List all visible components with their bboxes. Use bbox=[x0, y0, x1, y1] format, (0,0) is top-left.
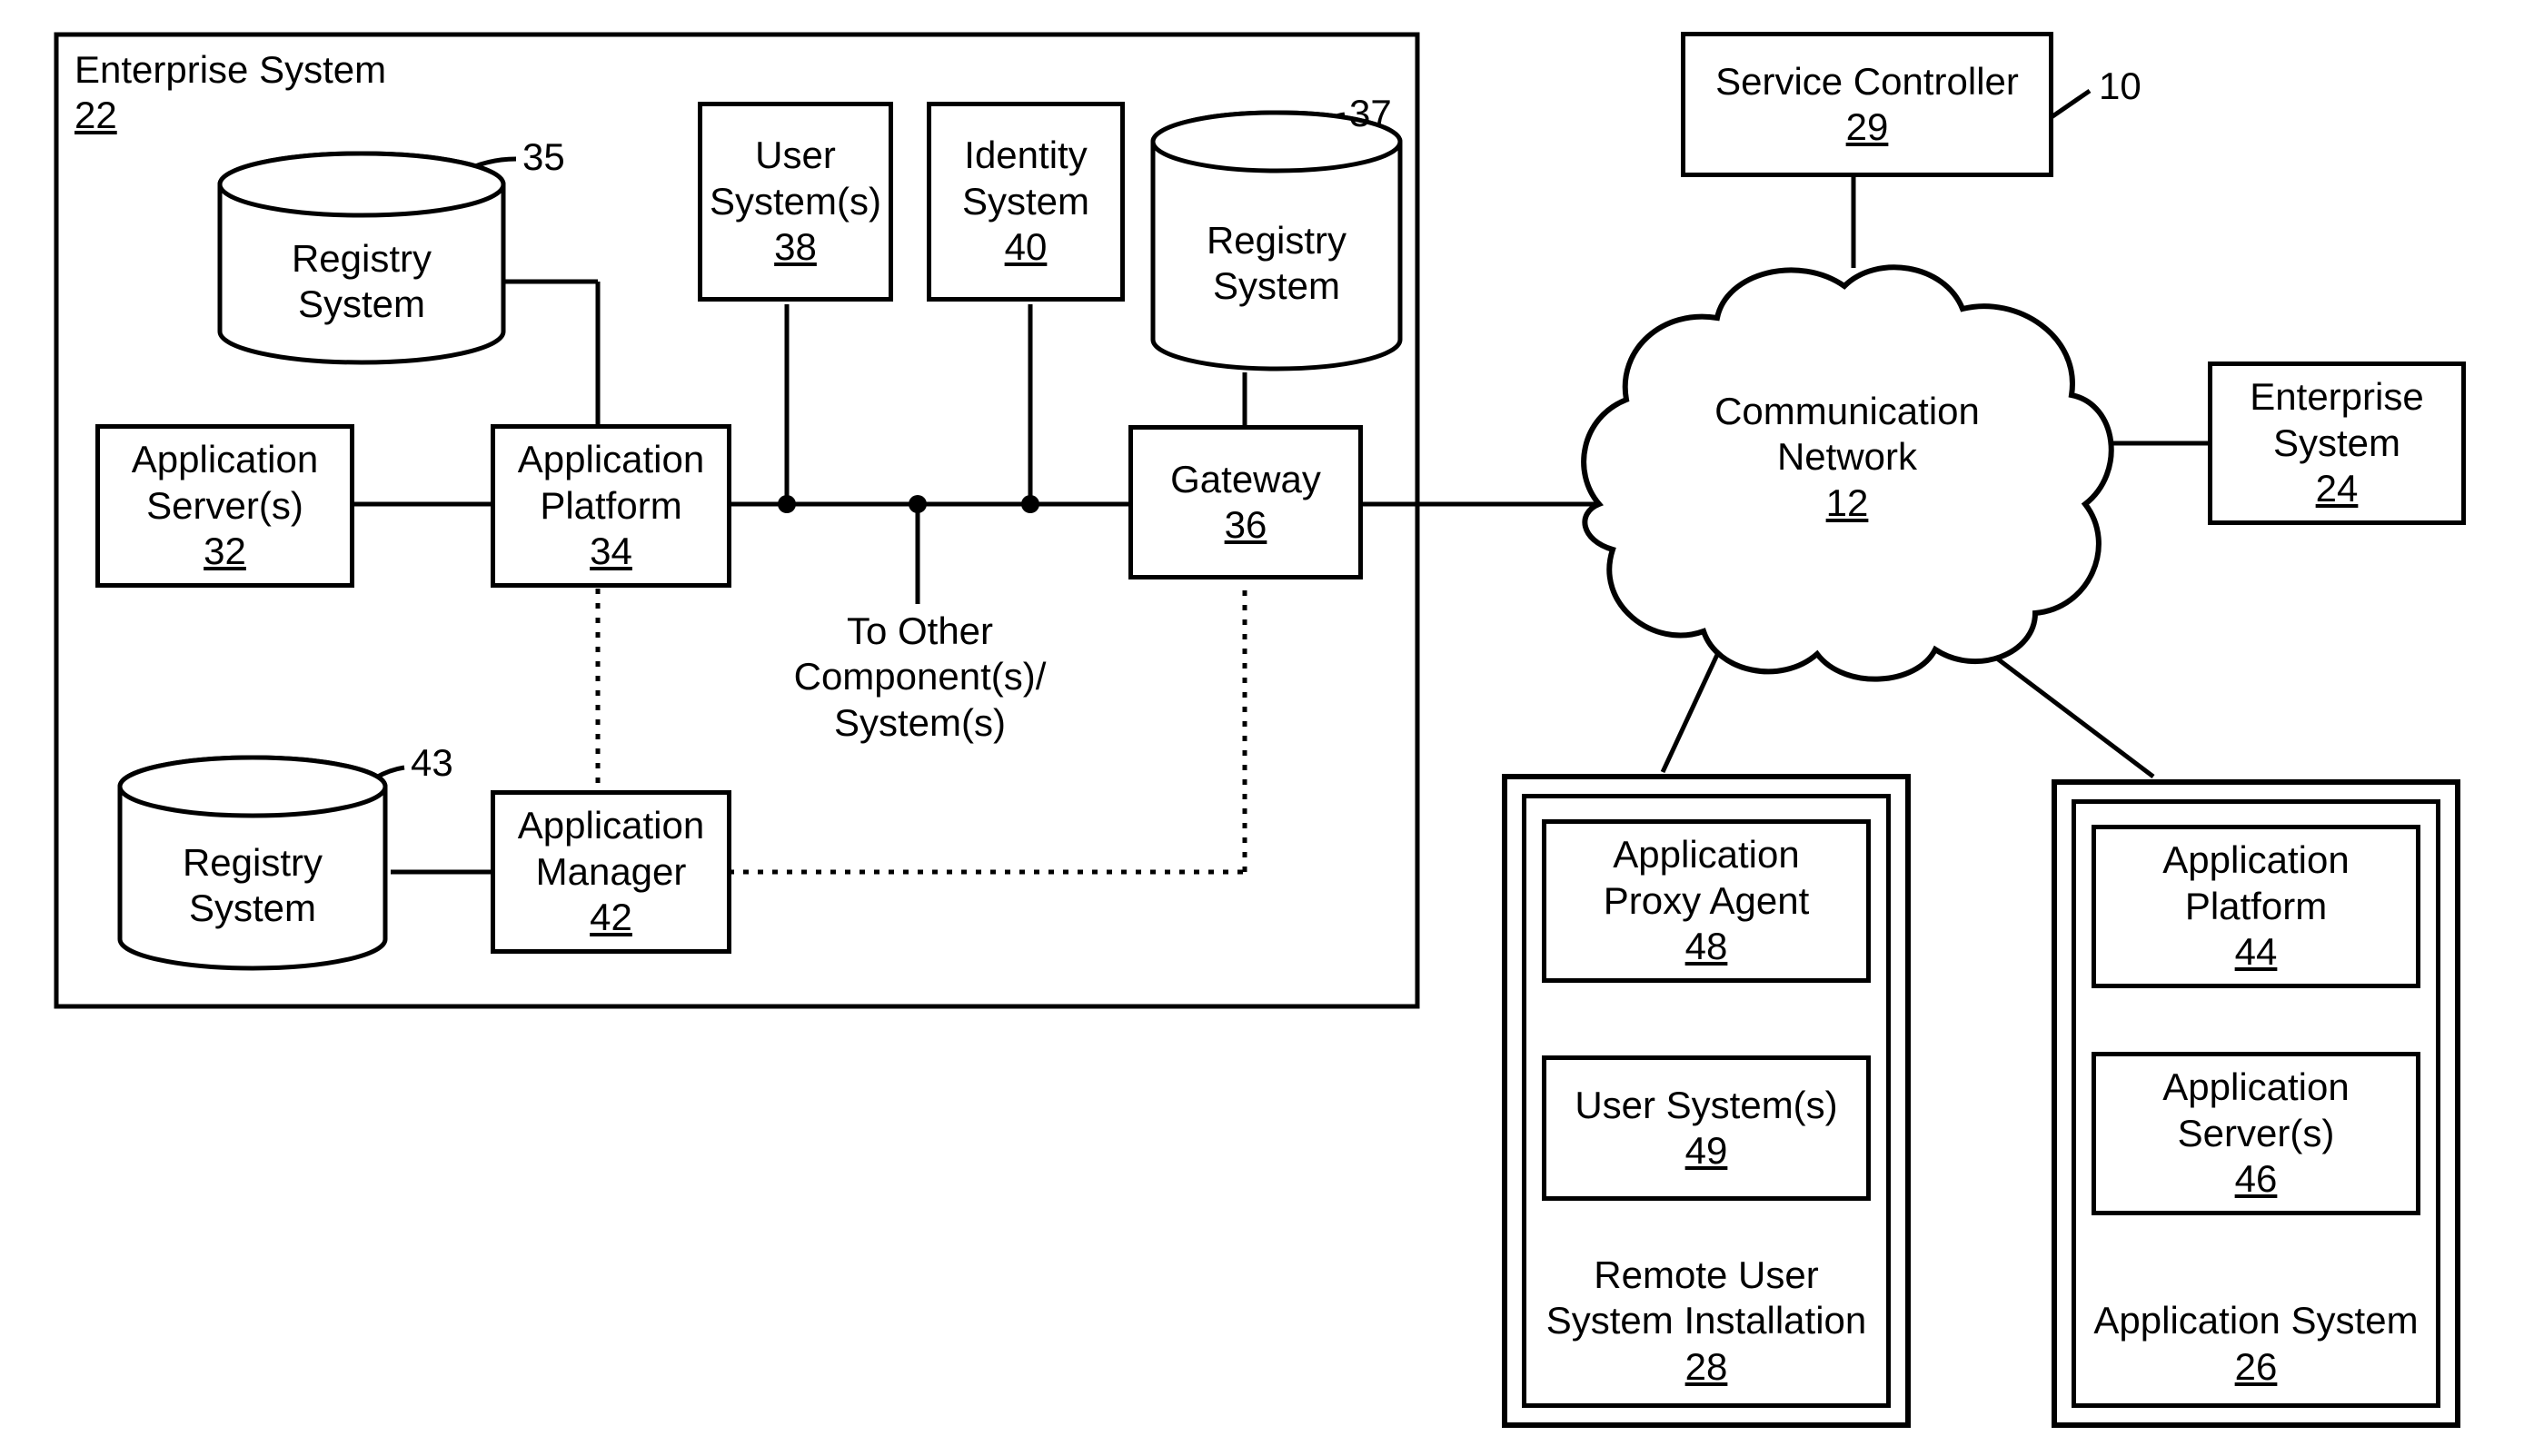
registry-system-43-cylinder: Registry System bbox=[116, 754, 389, 972]
service-controller-label: Service Controller bbox=[1715, 59, 2019, 104]
user-systems-49-num: 49 bbox=[1685, 1128, 1728, 1174]
identity-system-label: IdentitySystem bbox=[962, 133, 1089, 224]
service-controller-num: 29 bbox=[1846, 104, 1889, 150]
application-platform-label: ApplicationPlatform bbox=[518, 437, 704, 529]
application-manager-label: ApplicationManager bbox=[518, 803, 704, 895]
application-servers-46-box: ApplicationServer(s) 46 bbox=[2092, 1052, 2420, 1215]
application-servers-46-num: 46 bbox=[2235, 1156, 2278, 1202]
communication-network-label: CommunicationNetwork 12 bbox=[1697, 389, 1997, 526]
application-system-title: Application System 26 bbox=[2057, 1298, 2455, 1390]
application-servers-num: 32 bbox=[204, 529, 246, 574]
gateway-label: Gateway bbox=[1170, 457, 1321, 502]
remote-user-title: Remote UserSystem Installation 28 bbox=[1507, 1253, 1905, 1390]
registry-35-callout: 35 bbox=[522, 134, 565, 180]
enterprise-system-title: Enterprise System 22 bbox=[75, 47, 386, 139]
registry-system-35-cylinder: Registry System bbox=[216, 150, 507, 366]
proxy-agent-box: ApplicationProxy Agent 48 bbox=[1542, 819, 1871, 983]
application-platform-44-num: 44 bbox=[2235, 929, 2278, 975]
registry-43-callout: 43 bbox=[411, 740, 453, 786]
registry-43-label-1: Registry bbox=[183, 841, 323, 884]
user-systems-num: 38 bbox=[774, 224, 817, 270]
user-systems-49-label: User System(s) bbox=[1575, 1083, 1837, 1128]
figure-ref-label: 10 bbox=[2099, 64, 2141, 109]
identity-system-box: IdentitySystem 40 bbox=[927, 102, 1125, 302]
application-platform-num: 34 bbox=[590, 529, 632, 574]
application-platform-44-box: ApplicationPlatform 44 bbox=[2092, 825, 2420, 988]
registry-system-37-cylinder: Registry System bbox=[1149, 109, 1404, 372]
enterprise-system-24-box: EnterpriseSystem 24 bbox=[2208, 362, 2466, 525]
enterprise-system-24-num: 24 bbox=[2316, 466, 2359, 511]
gateway-box: Gateway 36 bbox=[1128, 425, 1363, 579]
enterprise-system-num: 22 bbox=[75, 94, 117, 136]
application-servers-label: ApplicationServer(s) bbox=[132, 437, 318, 529]
registry-37-callout: 37 bbox=[1349, 91, 1392, 136]
remote-user-num: 28 bbox=[1685, 1345, 1728, 1388]
to-other-label: To OtherComponent(s)/System(s) bbox=[781, 609, 1058, 746]
gateway-num: 36 bbox=[1225, 502, 1267, 548]
user-systems-49-box: User System(s) 49 bbox=[1542, 1055, 1871, 1201]
application-platform-44-label: ApplicationPlatform bbox=[2162, 837, 2349, 929]
application-manager-box: ApplicationManager 42 bbox=[491, 790, 731, 954]
application-manager-num: 42 bbox=[590, 895, 632, 940]
remote-user-installation-box: ApplicationProxy Agent 48 User System(s)… bbox=[1502, 774, 1911, 1428]
enterprise-system-label: Enterprise System bbox=[75, 48, 386, 91]
application-system-box: ApplicationPlatform 44 ApplicationServer… bbox=[2052, 779, 2460, 1428]
application-system-num: 26 bbox=[2235, 1345, 2278, 1388]
proxy-agent-label: ApplicationProxy Agent bbox=[1604, 832, 1809, 924]
user-systems-box: UserSystem(s) 38 bbox=[698, 102, 893, 302]
registry-37-label-1: Registry bbox=[1207, 219, 1346, 262]
system-architecture-diagram: Enterprise System 22 Registry System 35 … bbox=[0, 0, 2524, 1456]
registry-37-label-2: System bbox=[1213, 264, 1340, 307]
proxy-agent-num: 48 bbox=[1685, 924, 1728, 969]
user-systems-label: UserSystem(s) bbox=[710, 133, 881, 224]
application-servers-box: ApplicationServer(s) 32 bbox=[95, 424, 354, 588]
registry-35-label-1: Registry bbox=[292, 237, 432, 280]
registry-35-label-2: System bbox=[298, 282, 425, 325]
application-servers-46-label: ApplicationServer(s) bbox=[2162, 1065, 2349, 1156]
registry-43-label-2: System bbox=[189, 886, 316, 929]
enterprise-system-24-label: EnterpriseSystem bbox=[2250, 374, 2423, 466]
identity-system-num: 40 bbox=[1005, 224, 1048, 270]
communication-network-num: 12 bbox=[1826, 481, 1869, 524]
application-platform-box: ApplicationPlatform 34 bbox=[491, 424, 731, 588]
service-controller-box: Service Controller 29 bbox=[1681, 32, 2053, 177]
